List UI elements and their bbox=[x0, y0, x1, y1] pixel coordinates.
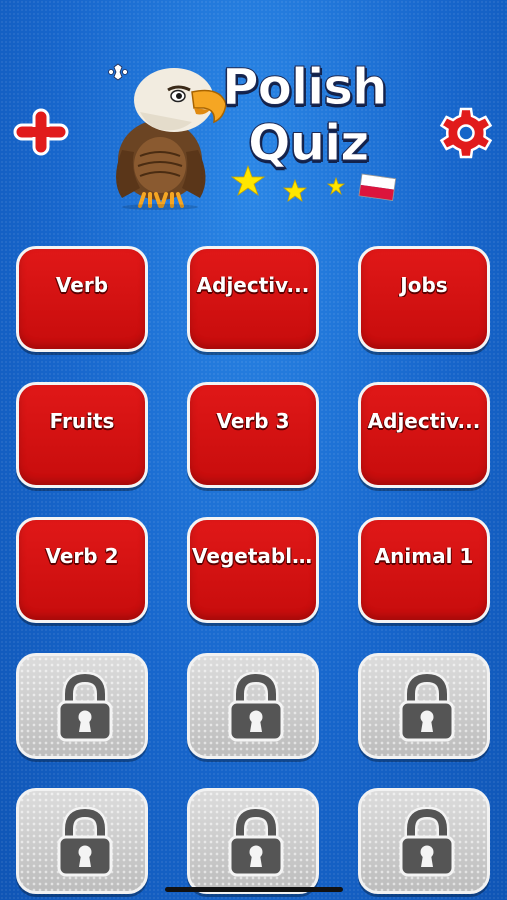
category-label: Verb bbox=[55, 273, 109, 297]
category-label: Verb 2 bbox=[45, 544, 119, 568]
category-label: Jobs bbox=[400, 273, 448, 297]
category-label: Vegetabl... bbox=[192, 544, 314, 568]
locked-category-tile[interactable] bbox=[187, 653, 319, 759]
category-tile[interactable]: Adjectiv... bbox=[358, 382, 490, 488]
category-tile[interactable]: Verb 2 bbox=[16, 517, 148, 623]
category-tile[interactable]: Animal 1 bbox=[358, 517, 490, 623]
category-label: Adjectiv... bbox=[367, 409, 481, 433]
category-tile[interactable]: Verb bbox=[16, 246, 148, 352]
category-grid: Verb Adjectiv... Jobs Fruits Verb 3 Adjectiv.… bbox=[0, 0, 507, 900]
category-tile[interactable]: Jobs bbox=[358, 246, 490, 352]
category-label: Fruits bbox=[49, 409, 115, 433]
lock-icon bbox=[397, 672, 457, 742]
locked-category-tile[interactable] bbox=[16, 788, 148, 894]
lock-icon bbox=[55, 807, 115, 877]
lock-icon bbox=[397, 807, 457, 877]
home-indicator bbox=[165, 887, 343, 892]
category-label: Verb 3 bbox=[216, 409, 290, 433]
locked-category-tile[interactable] bbox=[358, 653, 490, 759]
locked-category-tile[interactable] bbox=[16, 653, 148, 759]
category-tile[interactable]: Verb 3 bbox=[187, 382, 319, 488]
category-label: Animal 1 bbox=[374, 544, 474, 568]
locked-category-tile[interactable] bbox=[358, 788, 490, 894]
lock-icon bbox=[226, 672, 286, 742]
category-label: Adjectiv... bbox=[196, 273, 310, 297]
lock-icon bbox=[55, 672, 115, 742]
category-tile[interactable]: Fruits bbox=[16, 382, 148, 488]
category-tile[interactable]: Adjectiv... bbox=[187, 246, 319, 352]
locked-category-tile[interactable] bbox=[187, 788, 319, 894]
lock-icon bbox=[226, 807, 286, 877]
category-tile[interactable]: Vegetabl... bbox=[187, 517, 319, 623]
